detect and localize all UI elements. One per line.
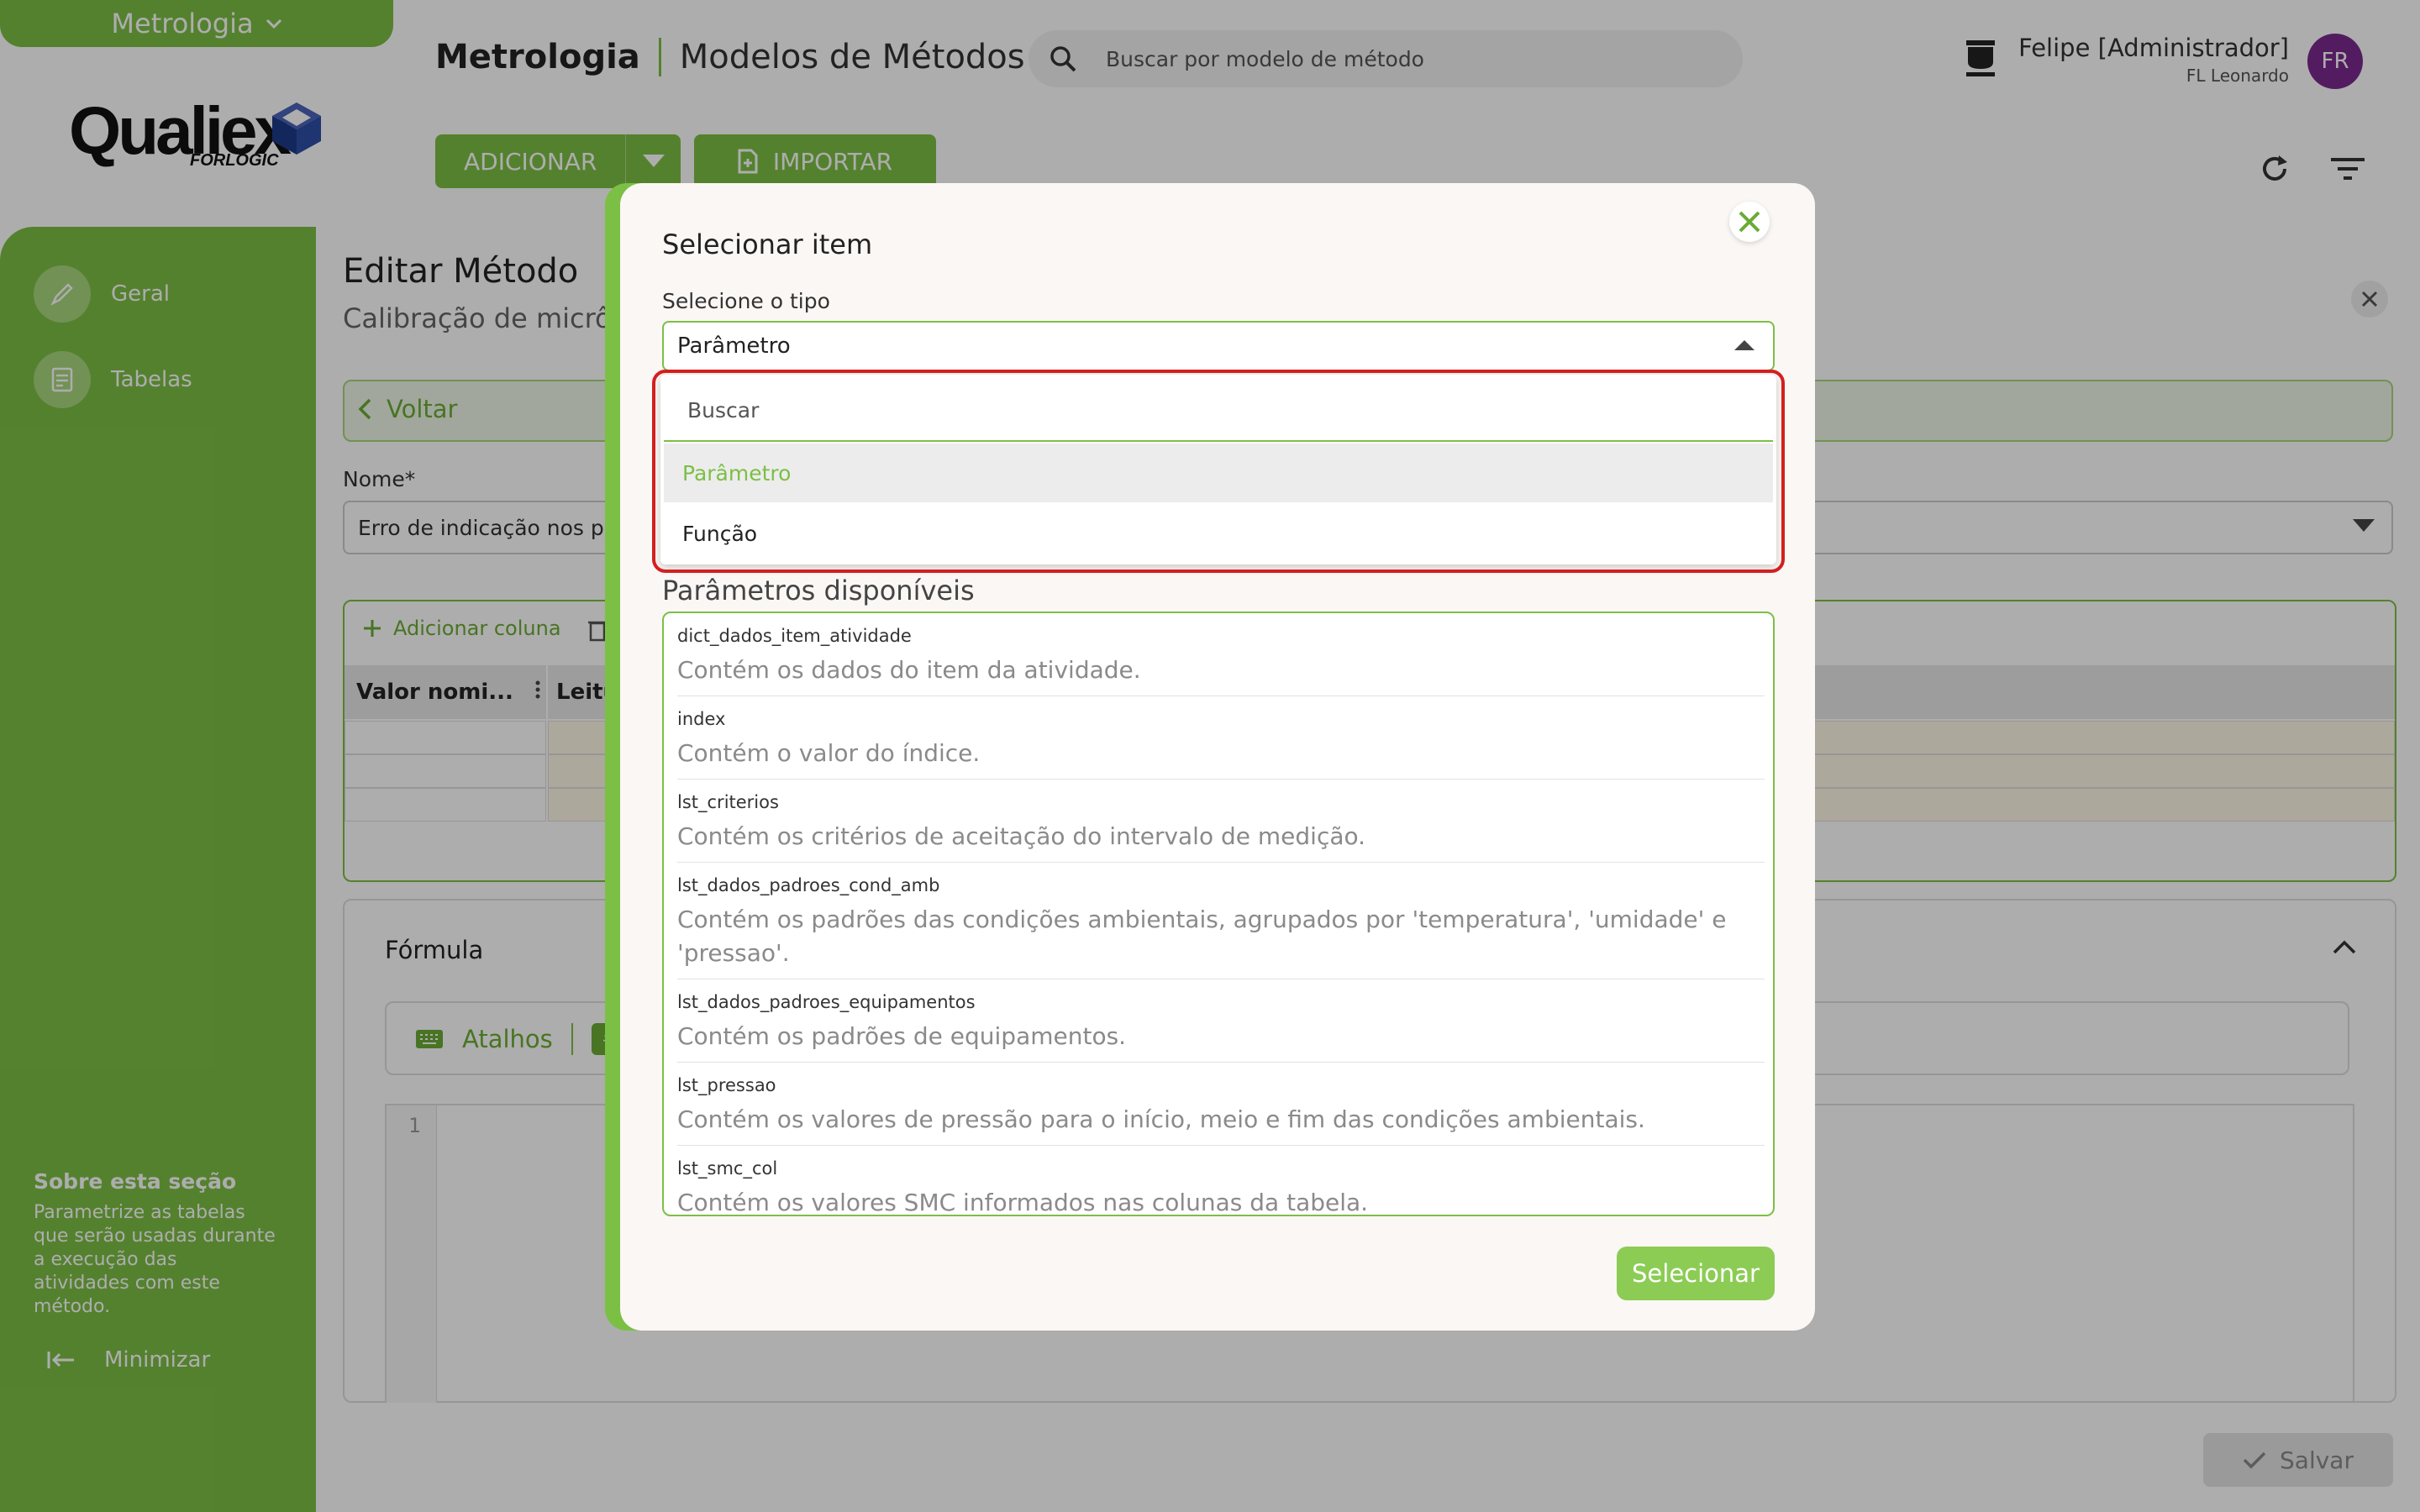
param-name: lst_pressao — [677, 1075, 776, 1095]
param-name: lst_dados_padroes_cond_amb — [677, 875, 940, 895]
list-item[interactable]: lst_dados_padroes_cond_amb Contém os pad… — [677, 863, 1765, 979]
list-item[interactable]: index Contém o valor do índice. — [677, 696, 1765, 780]
list-item[interactable]: lst_dados_padroes_equipamentos Contém os… — [677, 979, 1765, 1063]
param-name: lst_dados_padroes_equipamentos — [677, 992, 976, 1012]
param-description: Contém os valores de pressão para o iníc… — [677, 1105, 1645, 1133]
close-modal-button[interactable] — [1729, 202, 1770, 242]
param-description: Contém os critérios de aceitação do inte… — [677, 822, 1366, 850]
type-select[interactable]: Parâmetro — [662, 321, 1775, 371]
param-description: Contém os valores SMC informados nas col… — [677, 1189, 1369, 1216]
type-label: Selecione o tipo — [662, 289, 830, 313]
close-icon — [1739, 211, 1760, 233]
param-description: Contém o valor do índice. — [677, 739, 981, 767]
param-name: lst_criterios — [677, 792, 779, 812]
param-name: dict_dados_item_atividade — [677, 626, 912, 646]
params-list[interactable]: dict_dados_item_atividade Contém os dado… — [662, 612, 1775, 1216]
param-description: Contém os dados do item da atividade. — [677, 656, 1141, 684]
param-description: Contém os padrões das condições ambienta… — [677, 906, 1727, 967]
params-title: Parâmetros disponíveis — [662, 575, 975, 606]
list-item[interactable]: lst_pressao Contém os valores de pressão… — [677, 1063, 1765, 1146]
param-name: index — [677, 709, 726, 729]
list-item[interactable]: lst_smc_col Contém os valores SMC inform… — [677, 1146, 1765, 1216]
select-button[interactable]: Selecionar — [1617, 1247, 1775, 1300]
highlight-box — [652, 370, 1785, 573]
list-item[interactable]: lst_criterios Contém os critérios de ace… — [677, 780, 1765, 863]
modal-title: Selecionar item — [662, 228, 873, 260]
caret-up-icon[interactable] — [1734, 339, 1754, 351]
list-item[interactable]: dict_dados_item_atividade Contém os dado… — [677, 613, 1765, 696]
param-description: Contém os padrões de equipamentos. — [677, 1022, 1127, 1050]
param-name: lst_smc_col — [677, 1158, 778, 1179]
